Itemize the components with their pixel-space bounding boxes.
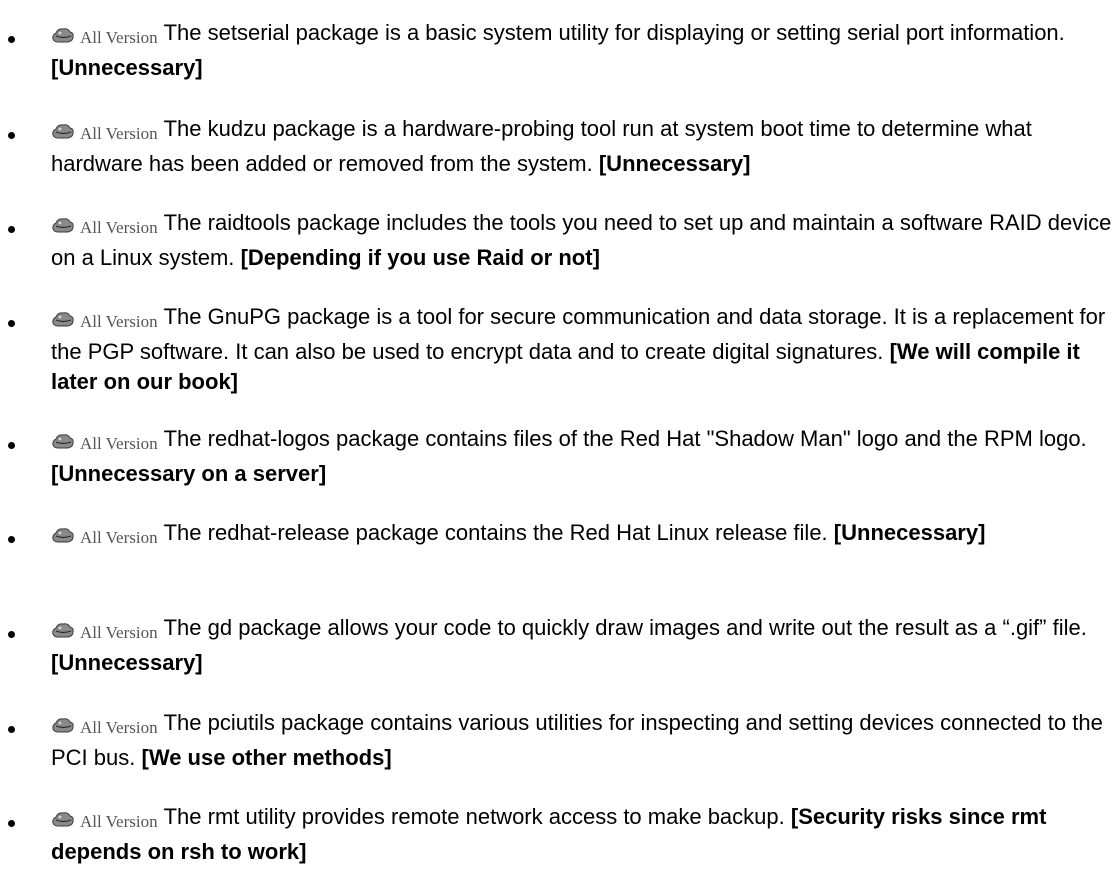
all-version-badge: All Version bbox=[51, 117, 158, 149]
all-version-badge: All Version bbox=[51, 305, 158, 337]
all-version-badge: All Version bbox=[51, 521, 158, 553]
item-note: [Unnecessary] bbox=[51, 55, 203, 80]
badge-label: All Version bbox=[80, 312, 158, 331]
item-note: [Unnecessary on a server] bbox=[51, 461, 327, 486]
bullet bbox=[8, 631, 15, 638]
badge-label: All Version bbox=[80, 812, 158, 831]
badge-label: All Version bbox=[80, 623, 158, 642]
list-item-content: All Version The redhat-logos package con… bbox=[51, 424, 1115, 489]
badge-label: All Version bbox=[80, 218, 158, 237]
list-item-content: All Version The kudzu package is a hardw… bbox=[51, 114, 1115, 179]
bullet bbox=[8, 36, 15, 43]
red-hat-icon bbox=[52, 28, 74, 43]
item-note: [Unnecessary] bbox=[51, 650, 203, 675]
list-item-content: All Version The gd package allows your c… bbox=[51, 613, 1115, 678]
list-item-content: All Version The pciutils package contain… bbox=[51, 708, 1115, 773]
red-hat-icon bbox=[52, 528, 74, 543]
item-note: [Depending if you use Raid or not] bbox=[240, 245, 600, 270]
all-version-badge: All Version bbox=[51, 211, 158, 243]
bullet bbox=[8, 536, 15, 543]
badge-label: All Version bbox=[80, 28, 158, 47]
item-text: The rmt utility provides remote network … bbox=[163, 804, 785, 829]
red-hat-icon bbox=[52, 434, 74, 449]
red-hat-icon bbox=[52, 218, 74, 233]
bullet bbox=[8, 726, 15, 733]
red-hat-icon bbox=[52, 124, 74, 139]
item-text: The kudzu package is a hardware-probing … bbox=[51, 116, 1032, 176]
badge-label: All Version bbox=[80, 718, 158, 737]
all-version-badge: All Version bbox=[51, 805, 158, 837]
red-hat-icon bbox=[52, 623, 74, 638]
bullet bbox=[8, 226, 15, 233]
badge-label: All Version bbox=[80, 434, 158, 453]
bullet bbox=[8, 442, 15, 449]
red-hat-icon bbox=[52, 812, 74, 827]
item-text: The setserial package is a basic system … bbox=[163, 20, 1065, 45]
item-text: The gd package allows your code to quick… bbox=[163, 615, 1087, 640]
bullet bbox=[8, 132, 15, 139]
bullet bbox=[8, 820, 15, 827]
item-note: [Unnecessary] bbox=[598, 151, 751, 176]
all-version-badge: All Version bbox=[51, 616, 158, 648]
list-item-content: All Version The setserial package is a b… bbox=[51, 18, 1115, 83]
item-text: The redhat-release package contains the … bbox=[163, 520, 828, 545]
list-item-content: All Version The GnuPG package is a tool … bbox=[51, 302, 1115, 397]
item-note: [Unnecessary] bbox=[833, 520, 986, 545]
badge-label: All Version bbox=[80, 124, 158, 143]
red-hat-icon bbox=[52, 718, 74, 733]
item-text: The redhat-logos package contains files … bbox=[163, 426, 1087, 451]
item-note: [We use other methods] bbox=[141, 745, 392, 770]
list-item-content: All Version The rmt utility provides rem… bbox=[51, 802, 1115, 867]
all-version-badge: All Version bbox=[51, 711, 158, 743]
bullet bbox=[8, 320, 15, 327]
all-version-badge: All Version bbox=[51, 21, 158, 53]
badge-label: All Version bbox=[80, 528, 158, 547]
red-hat-icon bbox=[52, 312, 74, 327]
list-item-content: All Version The raidtools package includ… bbox=[51, 208, 1115, 273]
all-version-badge: All Version bbox=[51, 427, 158, 459]
list-item-content: All Version The redhat-release package c… bbox=[51, 518, 1115, 553]
